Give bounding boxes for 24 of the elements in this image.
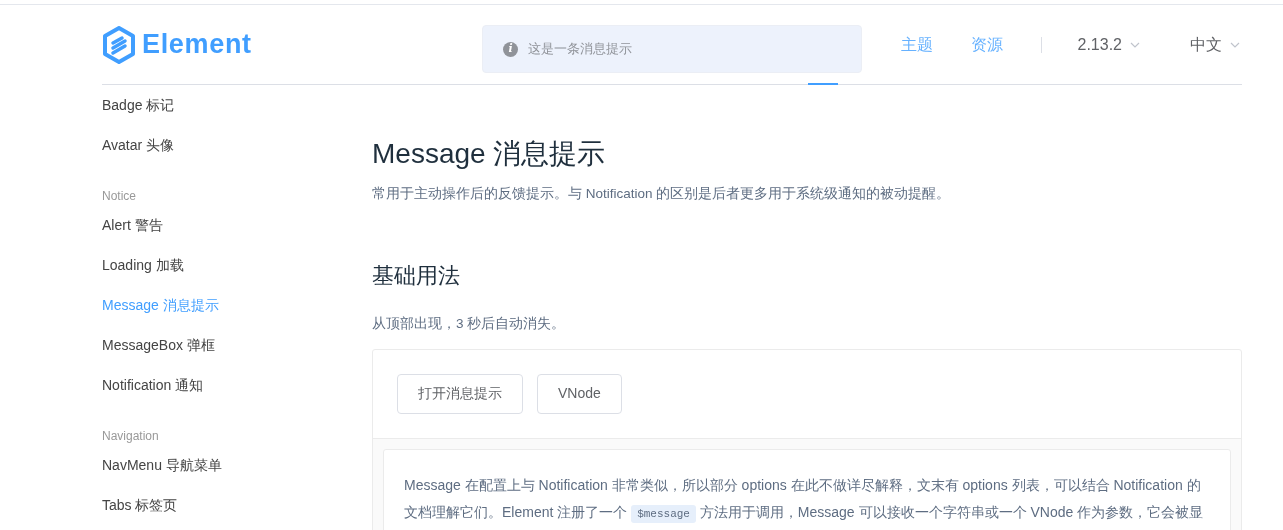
chevron-down-icon [1130,41,1140,48]
sidebar-item[interactable]: MessageBox 弹框 [102,325,372,365]
dropdown-button[interactable]: 2.13.2 [1077,32,1140,57]
sidebar-item[interactable]: Tabs 标签页 [102,485,372,525]
active-tab-indicator [808,83,838,85]
group-heading: Notice [102,188,137,205]
sidebar-item[interactable]: Avatar 头像 [102,125,372,165]
sidebar-item[interactable]: Badge 标记 [102,85,372,125]
dropdown-button[interactable]: 中文 [1190,32,1240,57]
sidebar-item[interactable]: NavMenu 导航菜单 [102,445,372,485]
logo-icon [102,25,136,64]
description-paragraph: Message 在配置上与 Notification 非常类似，所以部分 options 在此不做详尽解释，文末有 options 列表，可以结合 Notification 的文档理解它们。Element 注册了一个 $message 方法用于调用，Message 可以接收一个字符串或一个 VNode 作为参数，它会被显 [404,471,1210,528]
demo-button[interactable]: 打开消息提示 [397,373,523,414]
demo-button[interactable]: VNode [537,373,622,414]
page-description: 常用于主动操作后的反馈提示。与 Notification 的区别是后者更多用于系统级通知的被动提醒。 [372,185,952,203]
sidebar-item[interactable]: Notification 通知 [102,365,372,405]
page-title: Message 消息提示 [372,137,607,171]
section-description: 从顶部出现，3 秒后自动消失。 [372,315,567,334]
sidebar-item[interactable]: Loading 加载 [102,245,372,285]
section-title: 基础用法 [372,262,461,291]
sidebar-item[interactable]: Alert 警告 [102,205,372,245]
info-icon: i [503,41,518,57]
chevron-down-icon [1230,41,1240,48]
group-heading: Navigation [102,428,160,445]
